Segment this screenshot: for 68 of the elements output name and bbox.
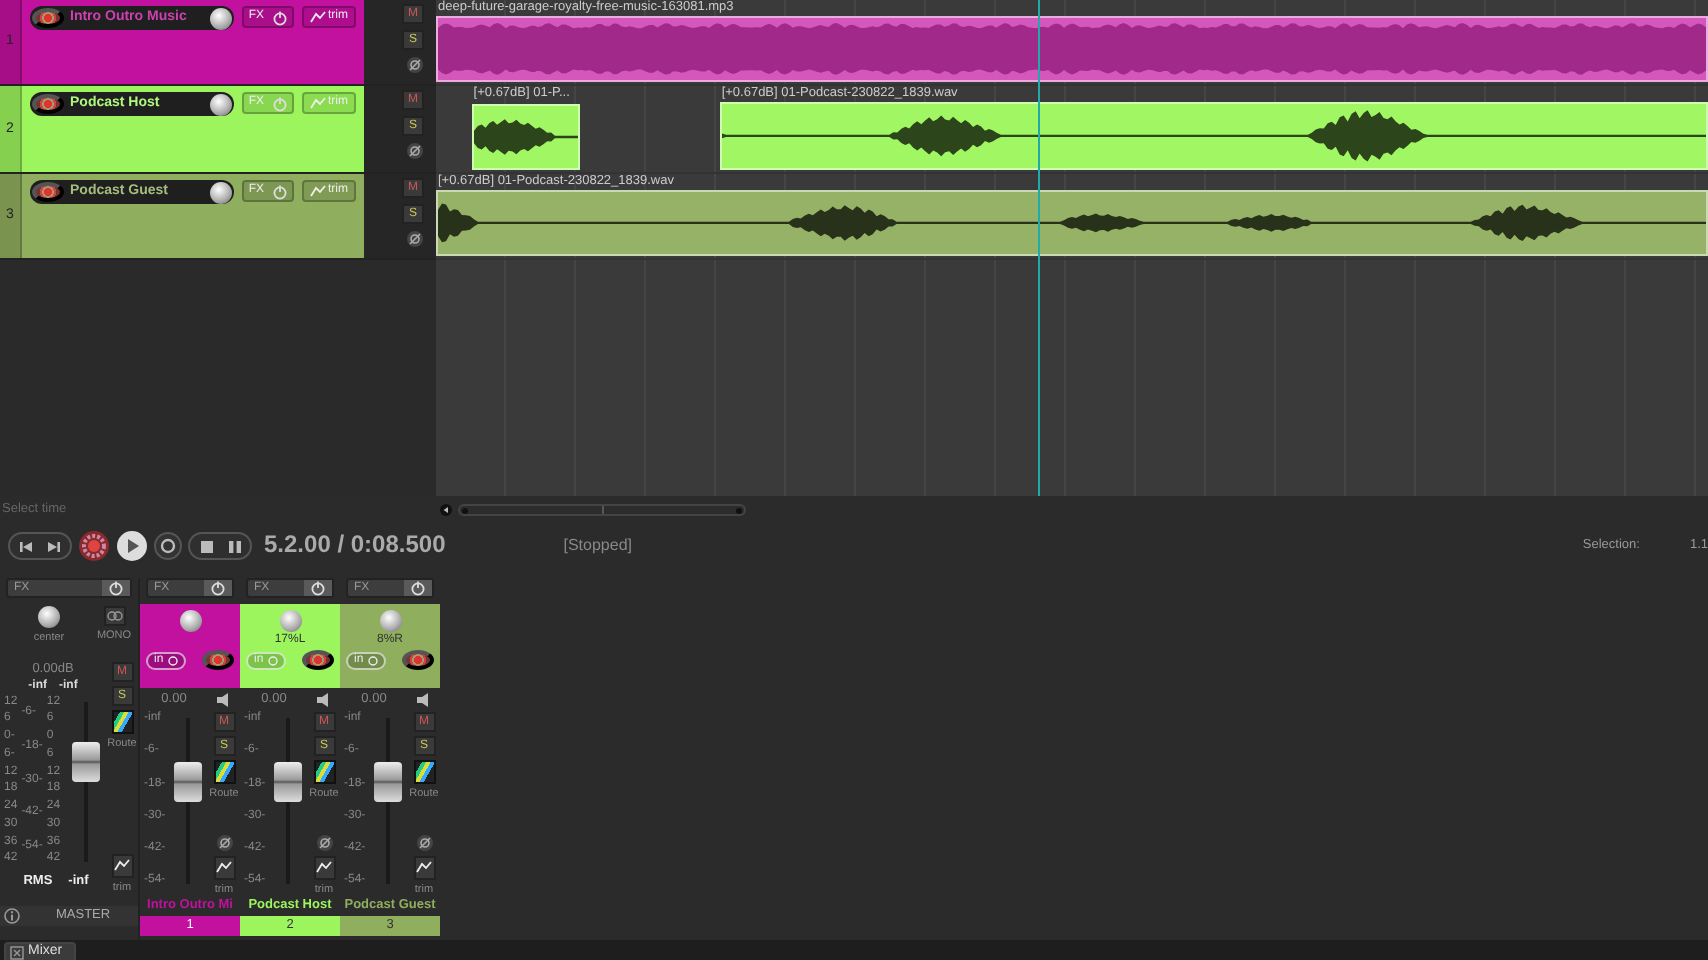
- envelope-icon: [310, 184, 326, 198]
- power-icon: [272, 95, 288, 111]
- skip-back-icon: [18, 539, 34, 553]
- envelope-icon: [310, 96, 326, 110]
- audio-clip[interactable]: [471, 104, 580, 170]
- fx-bypass-button[interactable]: [204, 580, 232, 596]
- speaker-icon: [415, 692, 433, 708]
- route-button[interactable]: [111, 710, 133, 734]
- envelope-icon: [316, 860, 332, 875]
- volume-knob[interactable]: [210, 93, 233, 115]
- fx-bypass-button[interactable]: [404, 580, 432, 596]
- route-button[interactable]: [413, 760, 435, 784]
- power-icon: [410, 580, 426, 596]
- scroll-left-icon[interactable]: [440, 504, 452, 516]
- trim-button[interactable]: [213, 855, 235, 880]
- trim-button[interactable]: [313, 855, 335, 880]
- phase-icon[interactable]: [406, 230, 424, 248]
- envelope-icon: [310, 10, 326, 24]
- play-button[interactable]: [116, 530, 148, 562]
- status-text: [Stopped]: [563, 537, 632, 555]
- record-button[interactable]: [78, 530, 110, 562]
- scrollbar[interactable]: [458, 504, 746, 516]
- record-arm-button[interactable]: [32, 94, 64, 114]
- fader-thumb[interactable]: [174, 761, 203, 802]
- close-icon[interactable]: [10, 945, 24, 959]
- volume-knob[interactable]: [210, 7, 233, 29]
- repeat-button[interactable]: [154, 532, 182, 560]
- mono-button[interactable]: [103, 606, 125, 626]
- envelope-icon: [216, 860, 232, 875]
- route-button[interactable]: [213, 760, 235, 784]
- pan-knob[interactable]: [38, 606, 60, 628]
- envelope-icon: [416, 860, 432, 875]
- speaker-icon: [215, 692, 233, 708]
- record-arm-button[interactable]: [402, 650, 434, 670]
- phase-icon[interactable]: [215, 833, 233, 852]
- circle-icon: [267, 655, 278, 665]
- fader-thumb[interactable]: [274, 761, 303, 802]
- power-icon: [310, 580, 326, 596]
- record-arm-button[interactable]: [302, 650, 334, 670]
- envelope-icon: [114, 858, 130, 873]
- power-icon: [108, 580, 124, 596]
- fx-bypass-button[interactable]: [102, 580, 130, 596]
- power-icon: [272, 183, 288, 199]
- circle-icon: [367, 655, 378, 665]
- power-icon: [272, 9, 288, 25]
- record-arm-button[interactable]: [32, 182, 64, 202]
- info-icon: [4, 908, 20, 924]
- trim-button[interactable]: [413, 855, 435, 880]
- record-arm-button[interactable]: [202, 650, 234, 670]
- fader-thumb[interactable]: [374, 761, 403, 802]
- trim-button[interactable]: [111, 853, 133, 878]
- route-button[interactable]: [313, 760, 335, 784]
- phase-icon[interactable]: [406, 142, 424, 160]
- phase-icon[interactable]: [406, 56, 424, 74]
- record-arm-button[interactable]: [32, 8, 64, 28]
- speaker-icon: [315, 692, 333, 708]
- phase-icon[interactable]: [415, 833, 433, 852]
- fader-thumb[interactable]: [71, 742, 100, 783]
- skip-forward-icon: [46, 539, 62, 553]
- pause-icon: [227, 539, 241, 553]
- phase-icon[interactable]: [315, 833, 333, 852]
- stop-icon: [199, 539, 213, 553]
- circle-icon: [167, 655, 178, 665]
- power-icon: [210, 580, 226, 596]
- volume-knob[interactable]: [210, 181, 233, 203]
- time-display: 5.2.00 / 0:08.500: [264, 532, 446, 560]
- fx-bypass-button[interactable]: [268, 8, 292, 26]
- fx-bypass-button[interactable]: [304, 580, 332, 596]
